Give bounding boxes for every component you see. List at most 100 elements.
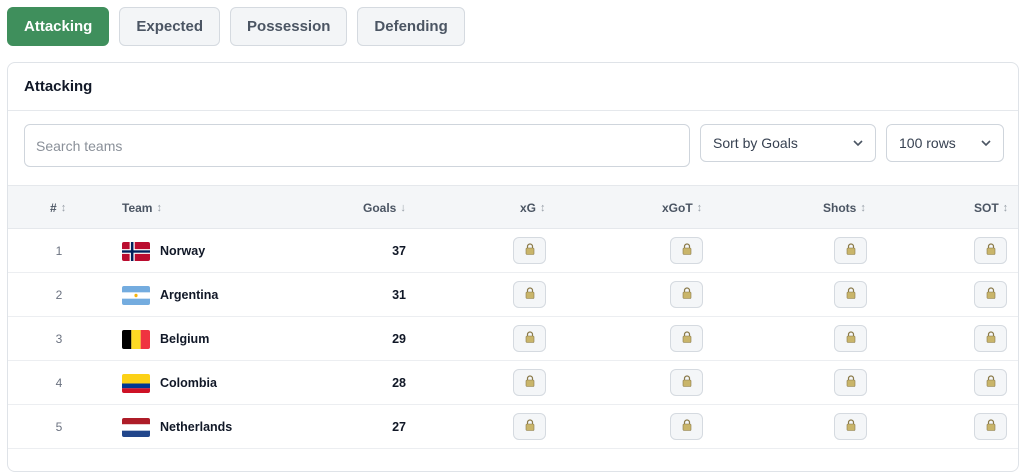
team-name: Norway [160,244,206,258]
locked-shots-button[interactable] [834,281,867,308]
locked-xgot-button[interactable] [670,413,703,440]
lock-icon [525,330,535,348]
tab-bar: Attacking Expected Possession Defending [7,7,465,46]
team-name: Argentina [160,288,219,302]
team-name: Colombia [160,376,217,390]
locked-xgot-button[interactable] [670,237,703,264]
table-row[interactable]: 4 Colombia 28 [8,361,1018,405]
locked-xg-button[interactable] [513,281,546,308]
tab-defending[interactable]: Defending [357,7,465,46]
locked-shots-button[interactable] [834,413,867,440]
chevron-down-icon [981,140,991,147]
locked-shots-button[interactable] [834,237,867,264]
rows-per-page-select[interactable]: 100 rows [886,124,1004,162]
goals-cell: 31 [392,288,406,302]
belgium-flag-icon [122,329,150,349]
lock-icon [986,242,996,260]
rows-per-page-value: 100 rows [899,135,956,151]
lock-icon [846,418,856,436]
rank-cell: 2 [55,288,63,302]
column-header-xgot[interactable]: xGoT ↕ [662,186,702,230]
chevron-down-icon [853,140,863,147]
sort-icon: ↕ [60,202,67,214]
lock-icon [986,286,996,304]
team-name: Belgium [160,332,210,346]
goals-cell: 28 [392,376,406,390]
lock-icon [525,242,535,260]
locked-shots-button[interactable] [834,369,867,396]
locked-shots-button[interactable] [834,325,867,352]
lock-icon [986,374,996,392]
table-row[interactable]: 1 Norway 37 [8,229,1018,273]
norway-flag-icon [122,241,150,261]
team-cell[interactable]: Colombia [122,361,217,405]
tab-attacking[interactable]: Attacking [7,7,110,46]
locked-xg-button[interactable] [513,413,546,440]
locked-sot-button[interactable] [974,413,1007,440]
lock-icon [846,330,856,348]
colombia-flag-icon [122,373,150,393]
stats-card: Attacking Sort by Goals 100 rows #↕ Team… [7,62,1019,472]
lock-icon [682,374,692,392]
table-controls: Sort by Goals 100 rows [8,111,1018,185]
sort-select[interactable]: Sort by Goals [700,124,876,162]
team-cell[interactable]: Netherlands [122,405,232,449]
tab-possession[interactable]: Possession [230,7,348,46]
table-row[interactable]: 3 Belgium 29 [8,317,1018,361]
lock-icon [682,286,692,304]
rank-cell: 5 [55,420,63,434]
locked-xg-button[interactable] [513,237,546,264]
sort-icon: ↕ [156,202,162,214]
lock-icon [682,418,692,436]
locked-sot-button[interactable] [974,281,1007,308]
locked-xg-button[interactable] [513,369,546,396]
goals-cell: 37 [392,244,406,258]
locked-xgot-button[interactable] [670,325,703,352]
goals-cell: 29 [392,332,406,346]
sort-desc-icon: ↓ [400,202,406,214]
netherlands-flag-icon [122,417,150,437]
rank-cell: 3 [55,332,63,346]
argentina-flag-icon [122,285,150,305]
table-header: # ↕ Team ↕ Goals ↓ xG ↕ xGoT ↕ Shots ↕ SOT ↕ [8,185,1018,229]
lock-icon [682,330,692,348]
locked-xgot-button[interactable] [670,281,703,308]
lock-icon [682,242,692,260]
sort-icon: ↕ [1002,202,1009,214]
sort-icon: ↕ [696,202,703,214]
lock-icon [986,418,996,436]
sort-select-value: Sort by Goals [713,135,798,151]
team-cell[interactable]: Norway [122,229,205,273]
locked-sot-button[interactable] [974,369,1007,396]
rank-cell: 1 [55,244,63,258]
column-header-goals[interactable]: Goals ↓ [363,186,406,230]
goals-cell: 27 [392,420,406,434]
lock-icon [986,330,996,348]
lock-icon [846,286,856,304]
locked-xg-button[interactable] [513,325,546,352]
lock-icon [846,242,856,260]
sort-icon: ↕ [860,202,866,214]
column-header-sot[interactable]: SOT ↕ [974,186,1008,230]
column-header-team[interactable]: Team ↕ [122,186,162,230]
column-header-shots[interactable]: Shots ↕ [823,186,866,230]
lock-icon [525,374,535,392]
tab-expected[interactable]: Expected [119,7,221,46]
search-input[interactable] [24,124,690,167]
card-title: Attacking [8,63,1018,111]
column-header-rank[interactable]: # ↕ [50,186,66,230]
rank-cell: 4 [55,376,63,390]
table-row[interactable]: 5 Netherlands 27 [8,405,1018,449]
sort-icon: ↕ [540,202,546,214]
locked-sot-button[interactable] [974,237,1007,264]
column-header-xg[interactable]: xG ↕ [520,186,546,230]
lock-icon [525,418,535,436]
table-row[interactable]: 2 Argentina 31 [8,273,1018,317]
lock-icon [525,286,535,304]
lock-icon [846,374,856,392]
locked-sot-button[interactable] [974,325,1007,352]
team-cell[interactable]: Argentina [122,273,218,317]
locked-xgot-button[interactable] [670,369,703,396]
team-name: Netherlands [160,420,233,434]
team-cell[interactable]: Belgium [122,317,209,361]
